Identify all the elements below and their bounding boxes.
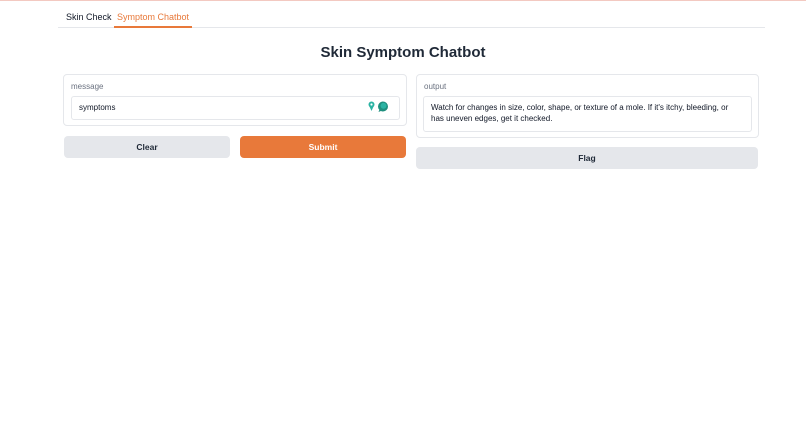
message-panel: message symptoms (63, 74, 407, 126)
tab-bar: Skin Check Symptom Chatbot (58, 6, 765, 28)
output-textbox: Watch for changes in size, color, shape,… (423, 96, 752, 132)
submit-button[interactable]: Submit (240, 136, 406, 158)
page-title: Skin Symptom Chatbot (320, 44, 486, 61)
tab-skin-check[interactable]: Skin Check (66, 6, 112, 26)
top-accent-line (0, 0, 806, 1)
output-panel: output Watch for changes in size, color,… (416, 74, 759, 138)
output-text: Watch for changes in size, color, shape,… (431, 103, 729, 123)
clear-button[interactable]: Clear (64, 136, 230, 158)
output-label: output (424, 82, 447, 91)
flag-button[interactable]: Flag (416, 147, 758, 169)
chat-bubble-icon[interactable] (378, 101, 388, 113)
message-label: message (71, 82, 104, 91)
message-input[interactable]: symptoms (71, 96, 400, 120)
location-pin-icon[interactable] (368, 101, 375, 112)
message-input-value: symptoms (79, 103, 116, 112)
input-icons (368, 101, 390, 113)
tab-symptom-chatbot[interactable]: Symptom Chatbot (114, 6, 192, 28)
